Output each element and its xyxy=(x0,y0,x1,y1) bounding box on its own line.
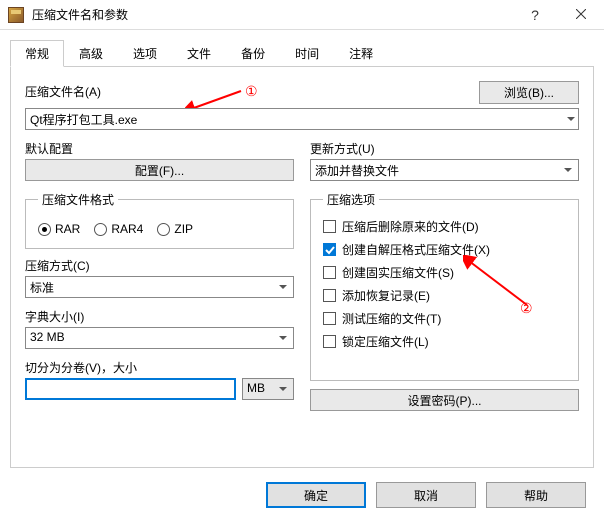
opt-sfx[interactable]: 创建自解压格式压缩文件(X) xyxy=(323,241,566,258)
opt-test[interactable]: 测试压缩的文件(T) xyxy=(323,310,566,327)
radio-icon xyxy=(157,223,170,236)
split-unit-select[interactable]: MB xyxy=(242,378,294,400)
opt-lock[interactable]: 锁定压缩文件(L) xyxy=(323,333,566,350)
tab-time[interactable]: 时间 xyxy=(280,40,334,67)
tab-options[interactable]: 选项 xyxy=(118,40,172,67)
tab-files[interactable]: 文件 xyxy=(172,40,226,67)
browse-button[interactable]: 浏览(B)... xyxy=(479,81,579,104)
radio-rar[interactable]: RAR xyxy=(38,222,80,236)
radio-icon xyxy=(94,223,107,236)
tab-bar: 常规 高级 选项 文件 备份 时间 注释 xyxy=(0,30,604,67)
tab-comment[interactable]: 注释 xyxy=(334,40,388,67)
update-mode-label: 更新方式(U) xyxy=(310,140,579,157)
ok-button[interactable]: 确定 xyxy=(266,482,366,508)
dict-size-select[interactable]: 32 MB xyxy=(25,327,294,349)
checkbox-icon xyxy=(323,289,336,302)
split-size-label: 切分为分卷(V)，大小 xyxy=(25,359,294,376)
help-button[interactable]: ? xyxy=(512,0,558,30)
window-title: 压缩文件名和参数 xyxy=(32,6,512,23)
close-button[interactable] xyxy=(558,0,604,30)
radio-zip[interactable]: ZIP xyxy=(157,222,193,236)
set-password-button[interactable]: 设置密码(P)... xyxy=(310,389,579,411)
checkbox-icon xyxy=(323,312,336,325)
comp-method-label: 压缩方式(C) xyxy=(25,257,294,274)
tab-panel-general: 压缩文件名(A) 浏览(B)... Qt程序打包工具.exe 默认配置 配置(F… xyxy=(10,66,594,468)
archive-name-label: 压缩文件名(A) xyxy=(25,83,101,100)
radio-rar4[interactable]: RAR4 xyxy=(94,222,143,236)
checkbox-icon xyxy=(323,220,336,233)
update-mode-select[interactable]: 添加并替换文件 xyxy=(310,159,579,181)
close-icon xyxy=(576,8,586,22)
opt-recovery[interactable]: 添加恢复记录(E) xyxy=(323,287,566,304)
checkbox-icon xyxy=(323,266,336,279)
help-button[interactable]: 帮助 xyxy=(486,482,586,508)
dict-size-label: 字典大小(I) xyxy=(25,308,294,325)
titlebar: 压缩文件名和参数 ? xyxy=(0,0,604,30)
radio-icon xyxy=(38,223,51,236)
default-profile-label: 默认配置 xyxy=(25,140,294,157)
split-size-input[interactable] xyxy=(25,378,236,400)
archive-name-input[interactable]: Qt程序打包工具.exe xyxy=(25,108,579,130)
profiles-button[interactable]: 配置(F)... xyxy=(25,159,294,181)
cancel-button[interactable]: 取消 xyxy=(376,482,476,508)
checkbox-icon xyxy=(323,335,336,348)
tab-backup[interactable]: 备份 xyxy=(226,40,280,67)
question-icon: ? xyxy=(531,7,539,23)
checkbox-icon xyxy=(323,243,336,256)
tab-general[interactable]: 常规 xyxy=(10,40,64,67)
opt-solid[interactable]: 创建固实压缩文件(S) xyxy=(323,264,566,281)
archive-format-label: 压缩文件格式 xyxy=(38,191,118,208)
archive-options-label: 压缩选项 xyxy=(323,191,379,208)
archive-format-group: 压缩文件格式 RAR RAR4 ZIP xyxy=(25,191,294,249)
tab-advanced[interactable]: 高级 xyxy=(64,40,118,67)
archive-options-group: 压缩选项 压缩后删除原来的文件(D) 创建自解压格式压缩文件(X) 创建固实压缩… xyxy=(310,191,579,381)
comp-method-select[interactable]: 标准 xyxy=(25,276,294,298)
app-icon xyxy=(8,7,24,23)
dialog-buttons: 确定 取消 帮助 xyxy=(0,468,604,522)
opt-delete-after[interactable]: 压缩后删除原来的文件(D) xyxy=(323,218,566,235)
